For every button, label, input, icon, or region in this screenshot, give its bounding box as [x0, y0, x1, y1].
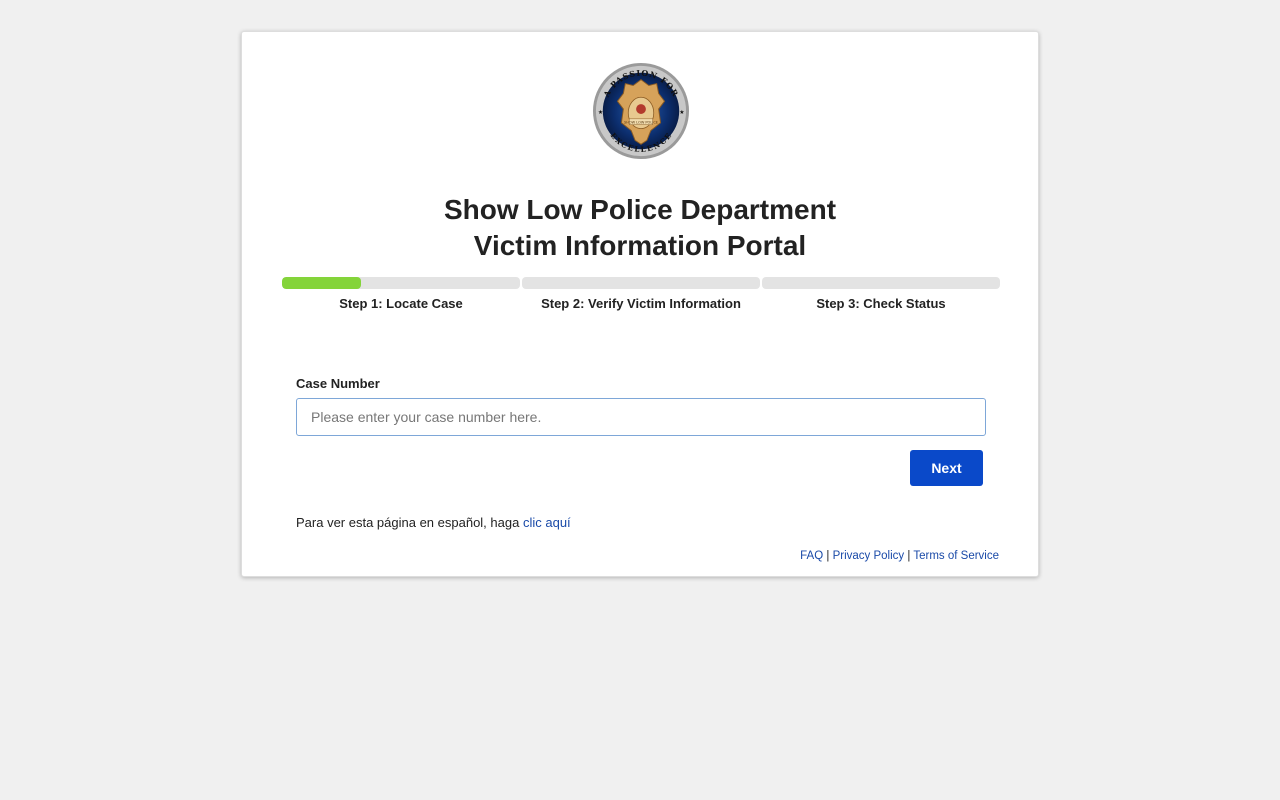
step-3: Step 3: Check Status	[762, 277, 1000, 317]
footer-separator: |	[826, 550, 830, 562]
svg-text:★: ★	[679, 109, 684, 116]
step-1-fill	[282, 277, 361, 289]
step-2-track	[522, 277, 760, 289]
step-1: Step 1: Locate Case	[282, 277, 520, 317]
step-progress: Step 1: Locate Case Step 2: Verify Victi…	[282, 277, 1000, 317]
spanish-notice: Para ver esta página en español, haga cl…	[296, 515, 571, 530]
step-1-label: Step 1: Locate Case	[339, 296, 463, 311]
case-number-input[interactable]	[296, 398, 986, 436]
svg-text:SHOW LOW POLICE: SHOW LOW POLICE	[624, 120, 658, 124]
privacy-policy-link[interactable]: Privacy Policy	[833, 550, 905, 562]
footer-links: FAQ | Privacy Policy | Terms of Service	[800, 550, 999, 562]
faq-link[interactable]: FAQ	[800, 550, 823, 562]
step-1-track	[282, 277, 520, 289]
page-title-line1: Show Low Police Department	[443, 194, 837, 225]
step-2-label: Step 2: Verify Victim Information	[541, 296, 741, 311]
spanish-notice-text: Para ver esta página en español, haga	[296, 515, 520, 530]
case-number-label: Case Number	[296, 376, 380, 391]
police-badge-logo: A PASSION FOR EXCELLENCE ★ ★ SHOW LOW PO…	[592, 62, 690, 160]
terms-of-service-link[interactable]: Terms of Service	[913, 550, 999, 562]
footer-separator: |	[907, 550, 911, 562]
page-title: Show Low Police Department Victim Inform…	[242, 192, 1038, 264]
spanish-link[interactable]: clic aquí	[523, 515, 571, 530]
step-2: Step 2: Verify Victim Information	[522, 277, 760, 317]
svg-text:★: ★	[598, 109, 603, 116]
step-3-track	[762, 277, 1000, 289]
portal-card: A PASSION FOR EXCELLENCE ★ ★ SHOW LOW PO…	[241, 31, 1039, 577]
page-title-line2: Victim Information Portal	[473, 230, 807, 261]
next-button[interactable]: Next	[910, 450, 983, 486]
step-3-label: Step 3: Check Status	[816, 296, 946, 311]
